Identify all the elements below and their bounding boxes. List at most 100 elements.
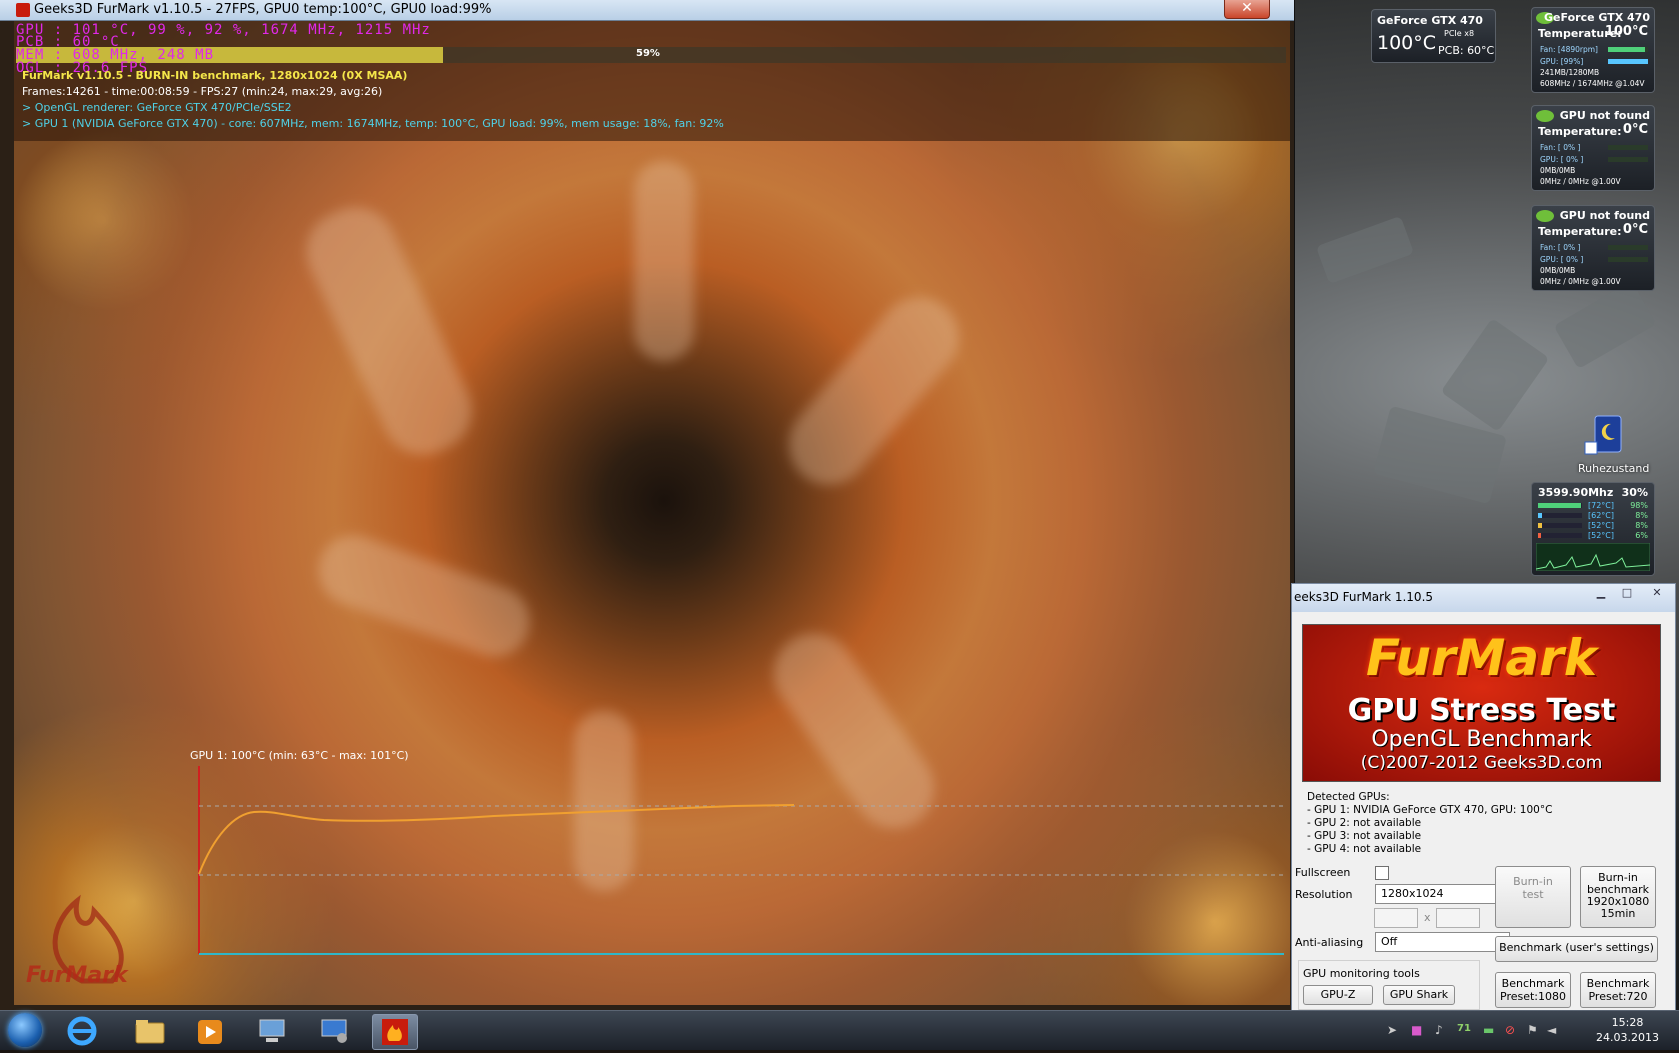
gadget-temp-value: 100°C xyxy=(1604,24,1648,39)
taskbar-furmark[interactable] xyxy=(372,1014,418,1050)
gadget-clock: 608MHz / 1674MHz @1.04V xyxy=(1540,79,1645,88)
nvidia-gadget-3[interactable]: GPU not found Temperature: 0°C Fan: [ 0%… xyxy=(1531,205,1655,291)
cpu-core-load: 8% xyxy=(1635,511,1648,520)
anti-aliasing-label: Anti-aliasing xyxy=(1295,936,1364,949)
benchmark-user-settings-button[interactable]: Benchmark (user's settings) xyxy=(1495,936,1658,962)
furmark-dialog[interactable]: eeks3D FurMark 1.10.5 ▁ □ ✕ FurMark GPU … xyxy=(1291,583,1676,1012)
fullscreen-label: Fullscreen xyxy=(1295,866,1351,879)
taskbar-media-player[interactable] xyxy=(188,1014,232,1048)
cpu-core-temp: [52°C] xyxy=(1588,531,1615,540)
clock-time: 15:28 xyxy=(1611,1016,1644,1029)
cpu-core-fill xyxy=(1538,503,1582,508)
tray-block-icon[interactable]: ⊘ xyxy=(1505,1023,1515,1037)
mem-usage-percent: 59% xyxy=(636,48,660,59)
anti-aliasing-value: Off xyxy=(1381,935,1398,948)
cpu-total-load: 30% xyxy=(1621,486,1648,499)
window-title: Geeks3D FurMark v1.10.5 - 27FPS, GPU0 te… xyxy=(34,2,492,17)
custom-height-input[interactable] xyxy=(1436,908,1480,928)
gadget-title: GeForce GTX 470 xyxy=(1544,11,1650,24)
gadget-gpu-name: GeForce GTX 470 xyxy=(1377,14,1483,27)
gadget-fan: Fan: [ 0% ] xyxy=(1540,243,1581,252)
tray-app-icon[interactable]: ■ xyxy=(1411,1023,1422,1037)
graph-temp-series xyxy=(198,804,795,875)
info-frames-line: Frames:14261 - time:00:08:59 - FPS:27 (m… xyxy=(22,85,383,98)
nvidia-gadget-1[interactable]: GeForce GTX 470 Temperature: 100°C Fan: … xyxy=(1531,7,1655,93)
benchmark-1080-button[interactable]: Benchmark Preset:1080 xyxy=(1495,972,1571,1008)
gadget-clock: 0MHz / 0MHz @1.00V xyxy=(1540,177,1621,186)
tray-temperature[interactable]: 71 xyxy=(1457,1023,1471,1034)
burn-in-test-button[interactable]: Burn-in test xyxy=(1495,866,1571,928)
fur-streak xyxy=(308,525,540,667)
gadget-pcie: PCIe x8 xyxy=(1444,29,1475,38)
gadget-fan-bar xyxy=(1608,145,1648,150)
hibernate-desktop-icon[interactable] xyxy=(1583,410,1631,458)
detected-gpus: Detected GPUs: - GPU 1: NVIDIA GeForce G… xyxy=(1307,791,1552,856)
dialog-titlebar[interactable]: eeks3D FurMark 1.10.5 ▁ □ ✕ xyxy=(1292,584,1675,612)
taskbar-explorer[interactable] xyxy=(128,1014,172,1048)
clock[interactable]: 15:28 24.03.2013 xyxy=(1596,1015,1659,1045)
custom-width-input[interactable] xyxy=(1374,908,1418,928)
gadget-fan: Fan: [4890rpm] xyxy=(1540,45,1598,54)
cpu-core-load: 98% xyxy=(1630,501,1648,510)
burn-in-benchmark-button[interactable]: Burn-in benchmark 1920x1080 15min xyxy=(1580,866,1656,928)
monitor-icon xyxy=(321,1019,347,1043)
fur-streak xyxy=(634,161,694,361)
resolution-value: 1280x1024 xyxy=(1381,887,1444,900)
tray-pointer-icon[interactable]: ➤ xyxy=(1387,1023,1397,1037)
furmark-watermark: FurMark xyxy=(22,881,172,991)
fullscreen-checkbox[interactable] xyxy=(1375,866,1389,880)
taskbar: ➤ ■ ♪ 71 ▬ ⊘ ⚑ ◄ 15:28 24.03.2013 xyxy=(0,1010,1679,1050)
folder-icon xyxy=(135,1020,165,1044)
close-button[interactable]: ✕ xyxy=(1224,0,1270,19)
gadget-fan-fill xyxy=(1608,47,1645,52)
taskbar-network-app[interactable] xyxy=(250,1014,294,1048)
cpu-core-bar xyxy=(1538,513,1582,518)
banner-tagline: OpenGL Benchmark xyxy=(1371,727,1592,752)
minimize-button[interactable]: ▁ xyxy=(1589,586,1613,602)
taskbar-remote-app[interactable] xyxy=(312,1014,356,1048)
gpu-shark-button[interactable]: GPU Shark xyxy=(1383,985,1455,1005)
gadget-gpu-load: GPU: [ 0% ] xyxy=(1540,255,1584,264)
resolution-label: Resolution xyxy=(1295,888,1353,901)
furmark-render-window[interactable]: Geeks3D FurMark v1.10.5 - 27FPS, GPU0 te… xyxy=(0,0,1295,1010)
speaker-icon[interactable]: ♪ xyxy=(1435,1023,1443,1037)
gpu-temp-gadget[interactable]: GeForce GTX 470 100°C PCIe x8 PCB: 60°C xyxy=(1371,9,1496,63)
info-renderer-line: > OpenGL renderer: GeForce GTX 470/PCIe/… xyxy=(22,101,292,114)
resolution-select[interactable]: 1280x1024 ▼ xyxy=(1375,884,1510,904)
gpu-z-button[interactable]: GPU-Z xyxy=(1303,985,1373,1005)
cpu-core-fill xyxy=(1538,523,1542,528)
gadget-gpu-bar xyxy=(1608,59,1648,64)
windows-logo-icon xyxy=(8,1013,42,1047)
volume-icon[interactable]: ◄ xyxy=(1547,1023,1556,1037)
flag-icon[interactable]: ⚑ xyxy=(1527,1023,1538,1037)
tray-status-icon[interactable]: ▬ xyxy=(1483,1023,1494,1037)
taskbar-internet-explorer[interactable] xyxy=(60,1014,104,1048)
size-separator: x xyxy=(1424,911,1431,924)
anti-aliasing-select[interactable]: Off ▼ xyxy=(1375,932,1510,952)
wallpaper-detail xyxy=(1553,280,1657,370)
gadget-gpu-bar xyxy=(1608,257,1648,262)
cpu-core-load: 8% xyxy=(1635,521,1648,530)
benchmark-720-button[interactable]: Benchmark Preset:720 xyxy=(1580,972,1656,1008)
temperature-graph xyxy=(198,766,1284,955)
info-gpu-line: > GPU 1 (NVIDIA GeForce GTX 470) - core:… xyxy=(22,117,724,130)
hibernate-icon-label: Ruhezustand xyxy=(1578,462,1650,475)
gadget-mem: 241MB/1280MB xyxy=(1540,68,1600,77)
gpu-entry: - GPU 4: not available xyxy=(1307,843,1422,855)
start-button[interactable] xyxy=(2,1011,46,1050)
cpu-core-temp: [52°C] xyxy=(1588,521,1615,530)
dialog-close-button[interactable]: ✕ xyxy=(1645,586,1669,602)
window-titlebar[interactable]: Geeks3D FurMark v1.10.5 - 27FPS, GPU0 te… xyxy=(0,0,1294,21)
maximize-button[interactable]: □ xyxy=(1615,586,1639,602)
media-player-icon xyxy=(198,1020,222,1044)
gadget-temp-label: Temperature: xyxy=(1538,225,1622,238)
fur-streak xyxy=(772,281,976,501)
gadget-gpu-bar xyxy=(1608,157,1648,162)
furmark-banner: FurMark GPU Stress Test OpenGL Benchmark… xyxy=(1302,624,1661,782)
cpu-core-fill xyxy=(1538,533,1541,538)
cpu-meter-gadget[interactable]: 3599.90Mhz 30% [72°C] 98% [62°C] 8% [52°C] 8%… xyxy=(1531,482,1655,576)
render-viewport: GPU : 101 °C, 99 %, 92 %, 1674 MHz, 1215… xyxy=(14,21,1290,1005)
wallpaper-detail xyxy=(1440,318,1550,432)
gadget-fan-bar xyxy=(1608,47,1648,52)
nvidia-gadget-2[interactable]: GPU not found Temperature: 0°C Fan: [ 0%… xyxy=(1531,105,1655,191)
